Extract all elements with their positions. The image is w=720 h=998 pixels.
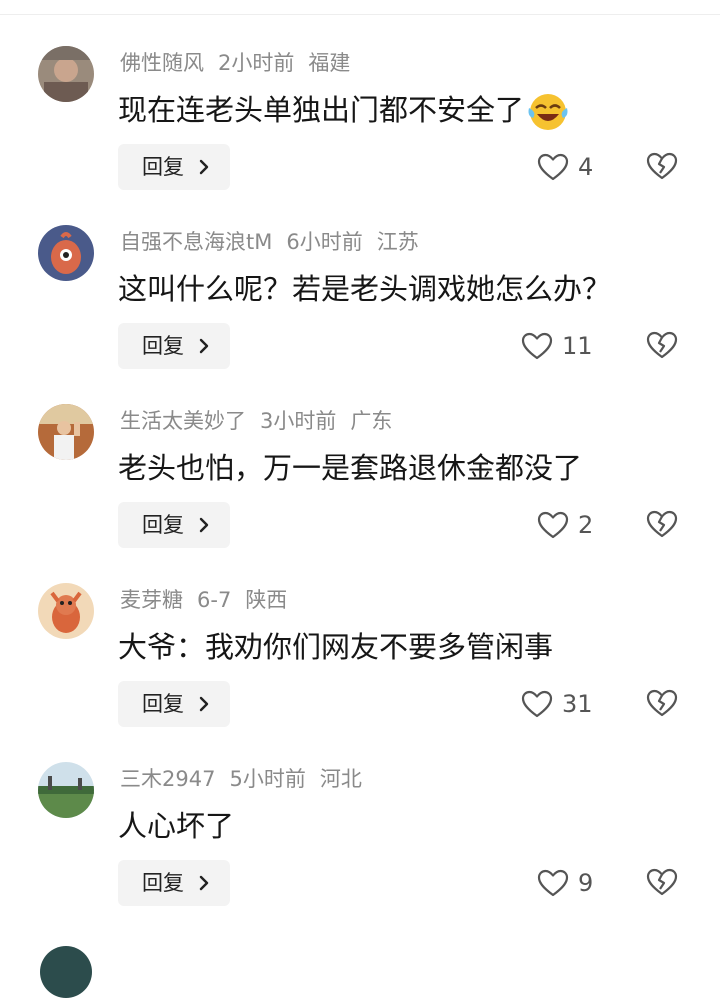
timestamp: 5小时前 bbox=[229, 767, 306, 791]
comment-text: 人心坏了 bbox=[118, 804, 234, 848]
broken-heart-icon bbox=[646, 152, 678, 180]
like-count: 2 bbox=[578, 511, 594, 539]
username[interactable]: 生活太美妙了 bbox=[120, 409, 246, 433]
chevron-right-icon bbox=[199, 159, 209, 175]
location: 广东 bbox=[350, 409, 393, 433]
reply-button[interactable]: 回复 bbox=[118, 502, 230, 548]
chevron-right-icon bbox=[199, 875, 209, 891]
comment-meta: 三木2947 5小时前 河北 bbox=[120, 764, 376, 794]
reply-label: 回复 bbox=[142, 871, 184, 895]
comment-item: 三木2947 5小时前 河北 人心坏了 回复 9 bbox=[0, 732, 720, 911]
reply-label: 回复 bbox=[142, 155, 184, 179]
comment-body: 老头也怕，万一是套路退休金都没了 bbox=[118, 451, 583, 485]
dislike-button[interactable] bbox=[645, 508, 679, 540]
timestamp: 2小时前 bbox=[218, 51, 295, 75]
laughing-crying-emoji-icon bbox=[528, 94, 568, 130]
like-button[interactable]: 31 bbox=[520, 685, 593, 723]
location: 陕西 bbox=[245, 588, 288, 612]
comment-body: 人心坏了 bbox=[118, 809, 235, 843]
avatar[interactable] bbox=[38, 762, 94, 818]
username[interactable]: 麦芽糖 bbox=[120, 588, 183, 612]
broken-heart-icon bbox=[646, 868, 678, 896]
dislike-button[interactable] bbox=[645, 687, 679, 719]
timestamp: 6-7 bbox=[197, 588, 232, 612]
location: 河北 bbox=[319, 767, 362, 791]
heart-outline-icon bbox=[537, 153, 569, 181]
reply-label: 回复 bbox=[142, 513, 184, 537]
comment-meta: 佛性随风 2小时前 福建 bbox=[120, 48, 364, 78]
comment-body: 大爷：我劝你们网友不要多管闲事 bbox=[118, 630, 554, 664]
like-button[interactable]: 2 bbox=[536, 506, 593, 544]
username[interactable]: 自强不息海浪tM bbox=[120, 230, 272, 254]
like-count: 4 bbox=[578, 153, 594, 181]
reply-label: 回复 bbox=[142, 334, 184, 358]
broken-heart-icon bbox=[646, 510, 678, 538]
like-count: 31 bbox=[562, 690, 593, 718]
reply-button[interactable]: 回复 bbox=[118, 681, 230, 727]
comment-text: 大爷：我劝你们网友不要多管闲事 bbox=[118, 625, 553, 669]
heart-outline-icon bbox=[537, 511, 569, 539]
top-divider bbox=[0, 14, 720, 15]
comment-body: 这叫什么呢？若是老头调戏她怎么办？ bbox=[118, 272, 612, 306]
dislike-button[interactable] bbox=[645, 150, 679, 182]
comment-text: 这叫什么呢？若是老头调戏她怎么办？ bbox=[118, 267, 611, 311]
comment-item: 麦芽糖 6-7 陕西 大爷：我劝你们网友不要多管闲事 回复 31 bbox=[0, 553, 720, 732]
username[interactable]: 三木2947 bbox=[120, 767, 215, 791]
next-comment-avatar bbox=[40, 946, 92, 998]
dislike-button[interactable] bbox=[645, 866, 679, 898]
like-count: 11 bbox=[562, 332, 593, 360]
heart-outline-icon bbox=[521, 332, 553, 360]
like-button[interactable]: 4 bbox=[536, 148, 593, 186]
broken-heart-icon bbox=[646, 331, 678, 359]
like-button[interactable]: 11 bbox=[520, 327, 593, 365]
username[interactable]: 佛性随风 bbox=[120, 51, 204, 75]
like-button[interactable]: 9 bbox=[536, 864, 593, 902]
comment-item: 自强不息海浪tM 6小时前 江苏 这叫什么呢？若是老头调戏她怎么办？ 回复 11 bbox=[0, 195, 720, 374]
comment-text: 老头也怕，万一是套路退休金都没了 bbox=[118, 446, 582, 490]
comment-body: 现在连老头单独出门都不安全了 bbox=[118, 93, 525, 127]
avatar[interactable] bbox=[38, 46, 94, 102]
chevron-right-icon bbox=[199, 517, 209, 533]
comment-meta: 自强不息海浪tM 6小时前 江苏 bbox=[120, 227, 433, 257]
reply-label: 回复 bbox=[142, 692, 184, 716]
comment-item: 生活太美妙了 3小时前 广东 老头也怕，万一是套路退休金都没了 回复 2 bbox=[0, 374, 720, 553]
reply-button[interactable]: 回复 bbox=[118, 144, 230, 190]
timestamp: 3小时前 bbox=[260, 409, 337, 433]
comment-meta: 生活太美妙了 3小时前 广东 bbox=[120, 406, 406, 436]
comment-meta: 麦芽糖 6-7 陕西 bbox=[120, 585, 301, 615]
avatar[interactable] bbox=[38, 225, 94, 281]
chevron-right-icon bbox=[199, 338, 209, 354]
broken-heart-icon bbox=[646, 689, 678, 717]
location: 江苏 bbox=[376, 230, 419, 254]
avatar[interactable] bbox=[38, 583, 94, 639]
comment-item: 佛性随风 2小时前 福建 现在连老头单独出门都不安全了 回复 4 bbox=[0, 16, 720, 195]
reply-button[interactable]: 回复 bbox=[118, 323, 230, 369]
comment-text: 现在连老头单独出门都不安全了 bbox=[118, 88, 570, 132]
dislike-button[interactable] bbox=[645, 329, 679, 361]
chevron-right-icon bbox=[199, 696, 209, 712]
timestamp: 6小时前 bbox=[286, 230, 363, 254]
heart-outline-icon bbox=[521, 690, 553, 718]
location: 福建 bbox=[308, 51, 351, 75]
like-count: 9 bbox=[578, 869, 594, 897]
avatar[interactable] bbox=[38, 404, 94, 460]
reply-button[interactable]: 回复 bbox=[118, 860, 230, 906]
heart-outline-icon bbox=[537, 869, 569, 897]
